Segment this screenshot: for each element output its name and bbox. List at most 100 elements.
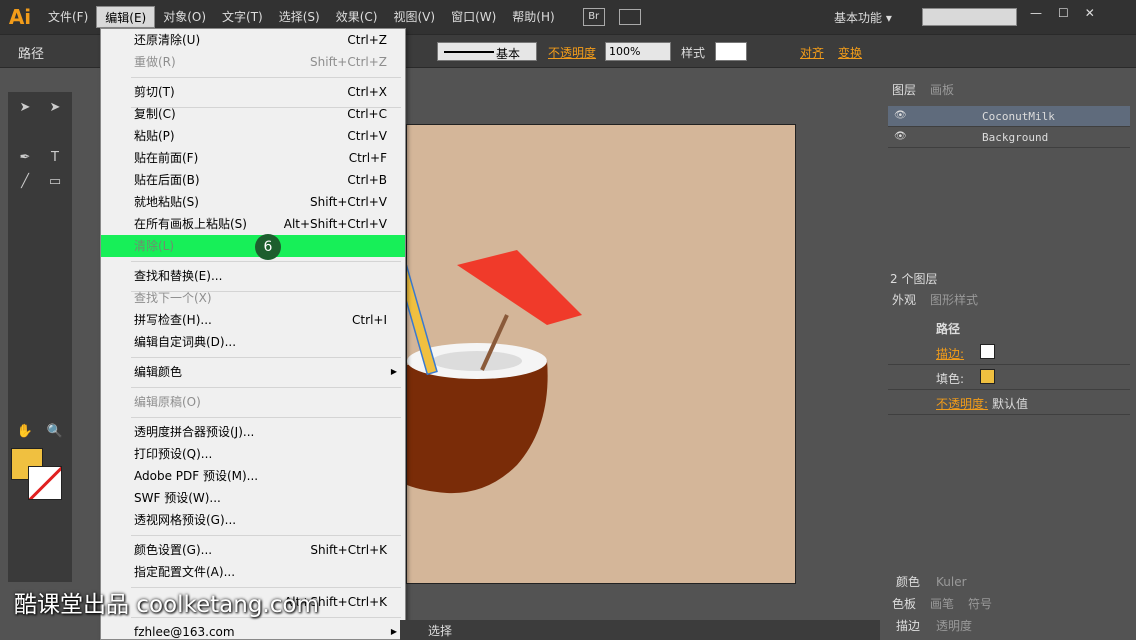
pen-tool-icon[interactable]: ✒	[14, 148, 36, 168]
edit-menu-item[interactable]: 编辑颜色 ▶	[101, 361, 405, 383]
edit-menu-item[interactable]: 透明度拼合器预设(J)...	[101, 421, 405, 443]
style-label: 样式	[681, 46, 706, 60]
tab-kuler[interactable]: Kuler	[930, 572, 973, 592]
edit-menu-item[interactable]: 就地粘贴(S) Shift+Ctrl+V	[101, 191, 405, 213]
align-link[interactable]: 对齐	[800, 44, 824, 61]
menu-item-label: 还原清除(U)	[134, 33, 201, 47]
edit-menu-dropdown: 还原清除(U) Ctrl+Z 重做(R) Shift+Ctrl+Z 剪切(T) Ctrl+…	[100, 28, 406, 640]
bridge-button[interactable]: Br	[582, 8, 605, 26]
tab-swatches[interactable]: 色板	[886, 594, 923, 614]
stroke-color-swatch[interactable]	[28, 466, 62, 500]
menu-file[interactable]: 文件(F)	[40, 6, 96, 28]
direct-selection-tool-icon[interactable]: ➤	[44, 98, 66, 118]
edit-menu-item[interactable]: 透视网格预设(G)...	[101, 509, 405, 531]
edit-menu-item[interactable]: 颜色设置(G)... Shift+Ctrl+K	[101, 539, 405, 561]
appearance-fill-row[interactable]: 填色:	[888, 365, 1130, 390]
tab-artboards[interactable]: 画板	[924, 80, 960, 100]
zoom-tool-icon[interactable]: 🔍	[44, 422, 66, 442]
close-icon[interactable]: ✕	[1085, 6, 1095, 20]
edit-menu-item[interactable]: 贴在前面(F) Ctrl+F	[101, 147, 405, 169]
tab-graphic-styles[interactable]: 图形样式	[924, 290, 984, 310]
edit-menu-item[interactable]: 在所有画板上粘贴(S) Alt+Shift+Ctrl+V	[101, 213, 405, 235]
layer-row[interactable]: 👁 CoconutMilk	[888, 106, 1130, 127]
menu-item-shortcut: Shift+Ctrl+K	[310, 543, 387, 557]
type-tool-icon[interactable]: T	[44, 148, 66, 168]
menu-item-label: 贴在前面(F)	[134, 151, 199, 165]
tab-brushes[interactable]: 画笔	[924, 594, 960, 614]
edit-menu-item[interactable]: SWF 预设(W)...	[101, 487, 405, 509]
menu-separator	[131, 417, 401, 418]
edit-menu-item[interactable]: 指定配置文件(A)...	[101, 561, 405, 583]
appearance-stroke-row[interactable]: 描边:	[888, 340, 1130, 365]
edit-menu-item[interactable]: 编辑自定词典(D)...	[101, 331, 405, 353]
edit-menu-item[interactable]: 还原清除(U) Ctrl+Z	[101, 29, 405, 51]
edit-menu-item[interactable]: 清除(L) 6	[101, 234, 405, 260]
menu-separator	[131, 261, 401, 262]
edit-menu-item[interactable]: 查找和替换(E)...	[101, 265, 405, 287]
hand-tool-icon[interactable]: ✋	[14, 422, 36, 442]
edit-menu-item[interactable]: 复制(C) Ctrl+C	[101, 103, 405, 125]
menu-item-label: 拼写检查(H)...	[134, 313, 212, 327]
menu-item-label: 指定配置文件(A)...	[134, 565, 236, 579]
edit-menu-item[interactable]: Adobe PDF 预设(M)...	[101, 465, 405, 487]
menu-item-label: 粘贴(P)	[134, 129, 175, 143]
minimize-icon[interactable]: —	[1030, 6, 1042, 20]
edit-menu-item[interactable]: 拼写检查(H)... Ctrl+I	[101, 309, 405, 331]
stroke-profile-select[interactable]: 基本	[437, 42, 537, 61]
menu-item-label: 重做(R)	[134, 55, 176, 69]
coconut-artwork[interactable]	[396, 125, 797, 585]
tab-appearance[interactable]: 外观	[886, 290, 923, 310]
visibility-eye-icon[interactable]: 👁	[894, 131, 907, 142]
menu-item-label: 就地粘贴(S)	[134, 195, 199, 209]
menu-item-shortcut: Shift+Ctrl+V	[310, 195, 387, 209]
edit-menu-item[interactable]: 粘贴(P) Ctrl+V	[101, 125, 405, 147]
appearance-opacity-row[interactable]: 不透明度: 默认值	[888, 390, 1130, 415]
menu-type[interactable]: 文字(T)	[214, 6, 271, 28]
menu-separator	[131, 357, 401, 358]
selection-tool-icon[interactable]: ➤	[14, 98, 36, 118]
edit-menu-item[interactable]: 打印预设(Q)...	[101, 443, 405, 465]
tab-layers[interactable]: 图层	[886, 80, 923, 100]
menu-item-label: 复制(C)	[134, 107, 176, 121]
menu-window[interactable]: 窗口(W)	[443, 6, 504, 28]
rectangle-tool-icon[interactable]: ▭	[44, 172, 66, 192]
opacity-link[interactable]: 不透明度	[548, 44, 596, 61]
workspace-switcher[interactable]: 基本功能 ▾	[834, 9, 892, 26]
menu-item-label: Adobe PDF 预设(M)...	[134, 469, 259, 483]
fill-swatch[interactable]	[980, 369, 995, 384]
menu-item-shortcut: Ctrl+B	[347, 173, 387, 187]
menu-object[interactable]: 对象(O)	[155, 6, 214, 28]
menu-item-shortcut: Shift+Ctrl+Z	[310, 55, 387, 69]
tab-stroke[interactable]: 描边	[890, 616, 927, 636]
menu-item-shortcut: Ctrl+C	[347, 107, 387, 121]
graphic-style-swatch[interactable]	[715, 42, 747, 61]
arrange-documents-icon[interactable]	[618, 9, 641, 25]
window-controls: — ☐ ✕	[1030, 6, 1095, 20]
visibility-eye-icon[interactable]: 👁	[894, 110, 907, 121]
menu-edit[interactable]: 编辑(E)	[96, 6, 156, 28]
app-logo: Ai	[8, 5, 32, 29]
menu-item-shortcut: Alt+Shift+Ctrl+V	[283, 217, 387, 231]
maximize-icon[interactable]: ☐	[1058, 6, 1069, 20]
opacity-input[interactable]: 100%	[605, 42, 671, 61]
tab-transparency[interactable]: 透明度	[930, 616, 978, 636]
transform-link[interactable]: 变换	[838, 44, 862, 61]
edit-menu-item: 查找下一个(X)	[101, 287, 405, 309]
search-input[interactable]	[922, 8, 1017, 26]
line-tool-icon[interactable]: ╱	[14, 172, 36, 192]
edit-menu-item[interactable]: 剪切(T) Ctrl+X	[101, 81, 405, 103]
menu-item-shortcut: Ctrl+I	[352, 313, 387, 327]
stroke-swatch[interactable]	[980, 344, 995, 359]
menu-view[interactable]: 视图(V)	[385, 6, 443, 28]
menu-separator	[131, 387, 401, 388]
menu-select[interactable]: 选择(S)	[271, 6, 328, 28]
submenu-arrow-icon: ▶	[390, 367, 397, 376]
tab-symbols[interactable]: 符号	[962, 594, 998, 614]
layer-row[interactable]: 👁 Background	[888, 127, 1130, 148]
edit-menu-item[interactable]: fzhlee@163.com ▶	[101, 621, 405, 639]
menu-effect[interactable]: 效果(C)	[328, 6, 386, 28]
tab-color[interactable]: 颜色	[890, 572, 927, 592]
edit-menu-item[interactable]: 贴在后面(B) Ctrl+B	[101, 169, 405, 191]
menu-help[interactable]: 帮助(H)	[504, 6, 562, 28]
menu-item-label: SWF 预设(W)...	[134, 491, 221, 505]
